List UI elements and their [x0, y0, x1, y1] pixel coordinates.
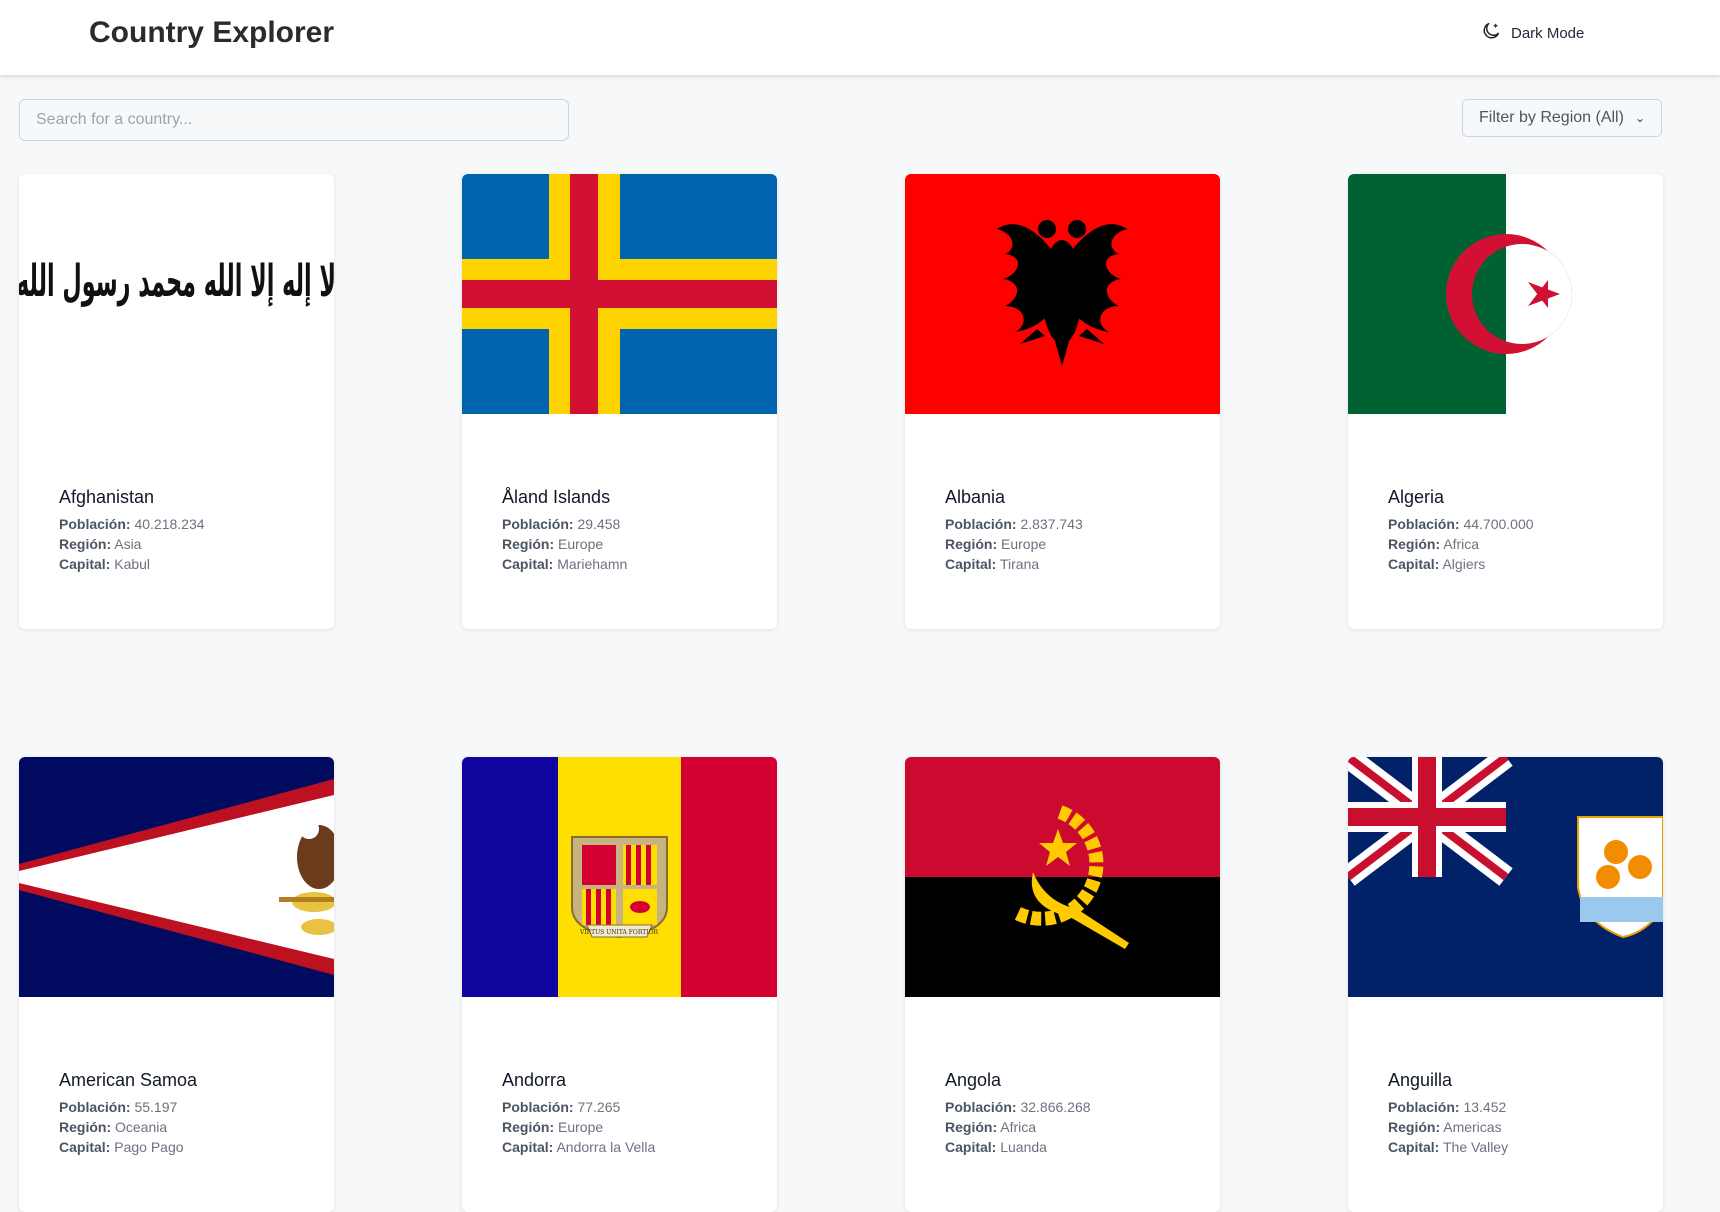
capital-row: Capital: Andorra la Vella — [502, 1139, 656, 1155]
population-row: Población: 40.218.234 — [59, 516, 205, 532]
flag-andorra: VIRTUS UNITA FORTIOR — [462, 757, 777, 997]
country-name: Anguilla — [1388, 1070, 1453, 1090]
svg-text:VIRTUS UNITA FORTIOR: VIRTUS UNITA FORTIOR — [579, 929, 659, 936]
capital-row: Capital: Tirana — [945, 556, 1040, 572]
capital-row: Capital: Mariehamn — [502, 556, 628, 572]
app-title: Country Explorer — [89, 16, 335, 49]
region-row: Región: Europe — [502, 536, 604, 552]
dark-mode-label: Dark Mode — [1511, 24, 1585, 42]
country-card-anguilla[interactable]: Anguilla Población: 13.452 Región: Ameri… — [1348, 757, 1663, 1212]
country-name: Algeria — [1388, 487, 1445, 507]
chevron-down-icon: ⌄ — [1634, 111, 1645, 125]
country-name: Andorra — [502, 1070, 567, 1090]
flag-anguilla — [1348, 757, 1663, 997]
country-card-aland-islands[interactable]: Åland Islands Población: 29.458 Región: … — [462, 174, 777, 629]
country-name: Angola — [945, 1070, 1002, 1090]
flag-albania — [905, 174, 1220, 414]
flag-afghanistan: لا إله إلا الله محمد رسول الله — [19, 174, 334, 414]
search-input[interactable] — [19, 99, 569, 141]
country-name: Åland Islands — [502, 487, 611, 507]
region-row: Región: Europe — [502, 1119, 604, 1135]
population-row: Población: 44.700.000 — [1388, 516, 1534, 532]
region-row: Región: Americas — [1388, 1119, 1502, 1135]
population-row: Población: 32.866.268 — [945, 1099, 1091, 1115]
region-row: Región: Oceania — [59, 1119, 168, 1135]
country-card-angola[interactable]: Angola Población: 32.866.268 Región: Afr… — [905, 757, 1220, 1212]
flag-aland-islands — [462, 174, 777, 414]
country-card-afghanistan[interactable]: لا إله إلا الله محمد رسول الله Afghanist… — [19, 174, 334, 629]
population-row: Población: 77.265 — [502, 1099, 621, 1115]
region-filter-select[interactable]: Filter by Region (All) ⌄ — [1462, 99, 1662, 137]
capital-row: Capital: The Valley — [1388, 1139, 1509, 1155]
region-row: Región: Europe — [945, 536, 1047, 552]
capital-row: Capital: Luanda — [945, 1139, 1047, 1155]
moon-icon — [1480, 20, 1502, 46]
flag-angola — [905, 757, 1220, 997]
country-card-albania[interactable]: Albania Población: 2.837.743 Región: Eur… — [905, 174, 1220, 629]
svg-text:لا إله إلا الله محمد رسول الله: لا إله إلا الله محمد رسول الله — [19, 256, 334, 307]
country-card-american-samoa[interactable]: American Samoa Población: 55.197 Región:… — [19, 757, 334, 1212]
flag-american-samoa — [19, 757, 334, 997]
region-row: Región: Africa — [945, 1119, 1037, 1135]
top-header: Country Explorer Dark Mode — [0, 0, 1720, 75]
region-filter-label: Filter by Region (All) — [1479, 109, 1624, 126]
country-card-algeria[interactable]: Algeria Población: 44.700.000 Región: Af… — [1348, 174, 1663, 629]
dark-mode-toggle[interactable]: Dark Mode — [1480, 20, 1584, 46]
country-card-andorra[interactable]: VIRTUS UNITA FORTIOR Andorra Población: … — [462, 757, 777, 1212]
capital-row: Capital: Algiers — [1388, 556, 1486, 572]
flag-algeria — [1348, 174, 1663, 414]
population-row: Población: 13.452 — [1388, 1099, 1507, 1115]
country-name: Albania — [945, 487, 1006, 507]
population-row: Población: 2.837.743 — [945, 516, 1083, 532]
population-row: Población: 55.197 — [59, 1099, 178, 1115]
region-row: Región: Asia — [59, 536, 142, 552]
country-name: Afghanistan — [59, 487, 155, 507]
region-row: Región: Africa — [1388, 536, 1480, 552]
capital-row: Capital: Pago Pago — [59, 1139, 184, 1155]
population-row: Población: 29.458 — [502, 516, 621, 532]
country-name: American Samoa — [59, 1070, 198, 1090]
capital-row: Capital: Kabul — [59, 556, 151, 572]
